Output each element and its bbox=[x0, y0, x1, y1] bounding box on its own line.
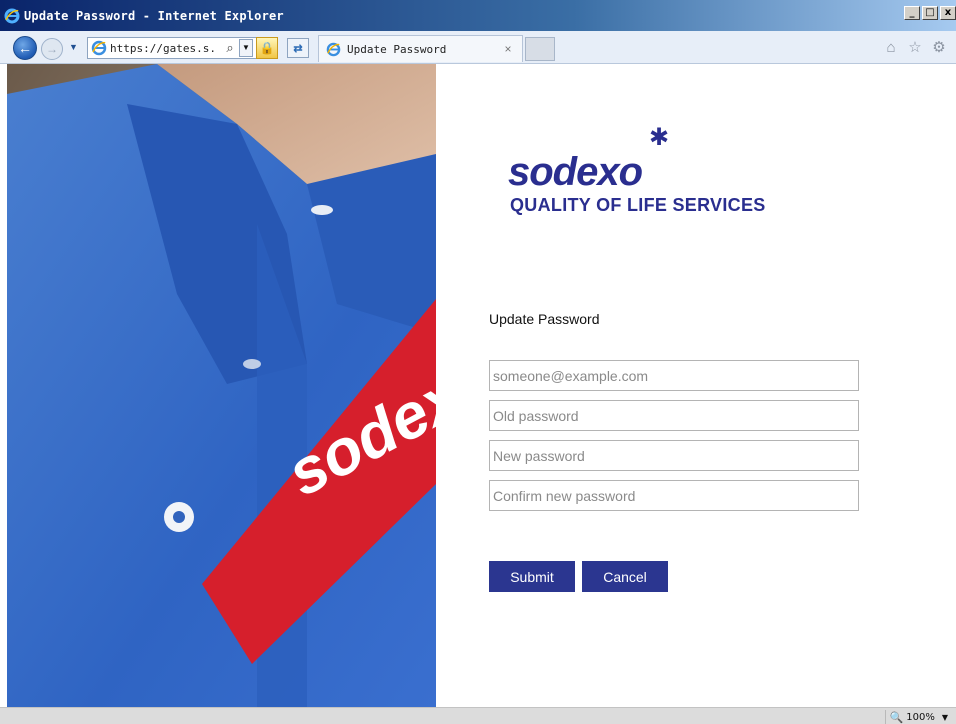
browser-toolbar: ← → ▼ https://gates.s. ⌕ ▼ 🔒 ⇄ Update Pa… bbox=[0, 31, 956, 64]
internet-explorer-icon bbox=[4, 8, 20, 23]
arrow-left-icon: ← bbox=[18, 40, 32, 56]
search-icon[interactable]: ⌕ bbox=[222, 39, 238, 57]
home-icon[interactable]: ⌂ bbox=[882, 40, 900, 56]
zoom-level: 100% bbox=[906, 711, 935, 723]
tab-label: Update Password bbox=[347, 42, 447, 56]
tab-update-password[interactable]: Update Password × bbox=[318, 35, 523, 62]
login-panel: sodexo ✱ QUALITY OF LIFE SERVICES Update… bbox=[436, 64, 956, 707]
address-text[interactable]: https://gates.s. bbox=[110, 42, 220, 55]
zoom-icon: 🔍 bbox=[889, 710, 904, 724]
new-password-field[interactable] bbox=[489, 440, 859, 471]
address-dropdown-icon[interactable]: ▼ bbox=[239, 39, 253, 57]
history-dropdown-icon[interactable]: ▼ bbox=[69, 42, 78, 52]
window-title-bar: Update Password - Internet Explorer _ □ … bbox=[0, 0, 956, 31]
refresh-icon: ⇄ bbox=[293, 42, 303, 55]
gear-icon[interactable]: ⚙ bbox=[930, 40, 948, 56]
logo-tagline: QUALITY OF LIFE SERVICES bbox=[510, 195, 766, 215]
security-lock-button[interactable]: 🔒 bbox=[256, 37, 278, 59]
form-title: Update Password bbox=[489, 311, 600, 327]
email-field[interactable] bbox=[489, 360, 859, 391]
favorites-star-icon[interactable]: ☆ bbox=[906, 40, 924, 56]
back-button[interactable]: ← bbox=[13, 36, 37, 60]
zoom-dropdown-icon[interactable]: ▼ bbox=[942, 713, 948, 722]
hero-photo: sodexo bbox=[7, 64, 436, 707]
window-title: Update Password - Internet Explorer bbox=[24, 8, 284, 23]
compatibility-refresh-button[interactable]: ⇄ bbox=[287, 38, 309, 58]
status-bar: 🔍 100% ▼ bbox=[0, 707, 956, 724]
address-bar[interactable]: https://gates.s. ⌕ ▼ bbox=[87, 37, 269, 59]
minimize-button[interactable]: _ bbox=[904, 6, 920, 20]
close-button[interactable]: x bbox=[940, 6, 956, 20]
old-password-field[interactable] bbox=[489, 400, 859, 431]
zoom-control[interactable]: 🔍 100% ▼ bbox=[884, 710, 948, 724]
submit-button[interactable]: Submit bbox=[489, 561, 575, 592]
logo-wordmark: sodexo bbox=[508, 150, 643, 194]
lock-icon: 🔒 bbox=[259, 41, 275, 55]
new-tab-button[interactable] bbox=[525, 37, 555, 61]
page-icon bbox=[91, 40, 107, 56]
cancel-button[interactable]: Cancel bbox=[582, 561, 668, 592]
tab-page-icon bbox=[326, 42, 341, 56]
confirm-password-field[interactable] bbox=[489, 480, 859, 511]
page-content: sodexo sodexo ✱ QUALITY OF LIFE SERVICES… bbox=[7, 64, 956, 707]
close-tab-icon[interactable]: × bbox=[500, 42, 516, 56]
forward-button[interactable]: → bbox=[41, 38, 63, 60]
arrow-right-icon: → bbox=[46, 42, 58, 56]
maximize-button[interactable]: □ bbox=[922, 6, 938, 20]
sodexo-logo: sodexo ✱ QUALITY OF LIFE SERVICES bbox=[508, 126, 788, 226]
star-icon: ✱ bbox=[649, 124, 670, 151]
